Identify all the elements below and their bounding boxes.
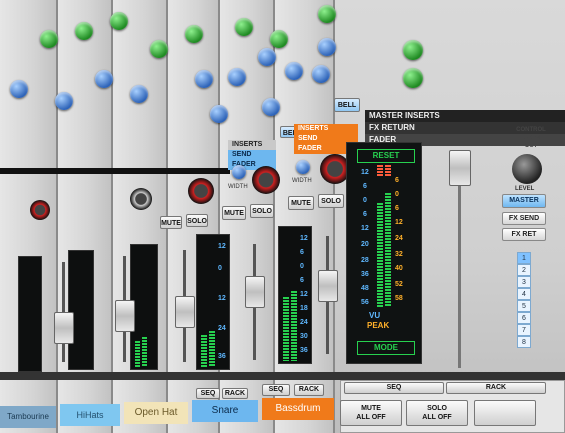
eq-knob[interactable]	[195, 70, 213, 88]
output-6-button[interactable]: 6	[517, 312, 531, 324]
eq-knob[interactable]	[228, 68, 246, 86]
pan-knob[interactable]	[296, 160, 310, 174]
eq-knob[interactable]	[235, 18, 253, 36]
output-2-button[interactable]: 2	[517, 264, 531, 276]
eq-knob[interactable]	[285, 62, 303, 80]
master-inserts-header[interactable]: MASTER INSERTS	[365, 110, 565, 122]
channel-name-tambourine[interactable]: Tambourine	[0, 406, 56, 428]
seq-button[interactable]: SEQ	[344, 382, 444, 394]
seq-button[interactable]: SEQ	[262, 384, 290, 396]
channel-strip-bassdrum	[275, 0, 335, 433]
inserts-label[interactable]: INSERTS	[294, 124, 358, 134]
mute-button[interactable]: MUTE	[288, 196, 314, 210]
eq-knob[interactable]	[75, 22, 93, 40]
channel-level-meter	[68, 250, 94, 370]
meter-mode-button[interactable]: MODE	[357, 341, 415, 355]
master-button[interactable]: MASTER	[502, 194, 546, 208]
eq-knob[interactable]	[262, 98, 280, 116]
eq-knob[interactable]	[185, 25, 203, 43]
control-room-title: CONTROL ROOM OUT	[516, 127, 546, 149]
mute-all-off-button[interactable]: MUTE ALL OFF	[340, 400, 402, 426]
mute-button[interactable]: MUTE	[222, 206, 246, 220]
mute-button[interactable]: MUTE	[160, 216, 182, 229]
fx-ret-button[interactable]: FX RET	[502, 228, 546, 241]
output-1-button[interactable]: 1	[517, 252, 531, 264]
output-8-button[interactable]: 8	[517, 336, 531, 348]
eq-knob[interactable]	[403, 68, 423, 88]
eq-knob[interactable]	[270, 30, 288, 48]
channel-level-meter	[18, 256, 42, 372]
bell-label: BELL	[337, 102, 357, 109]
width-knob[interactable]	[188, 178, 214, 204]
eq-knob[interactable]	[55, 92, 73, 110]
width-label: WIDTH	[292, 178, 312, 184]
level-label: LEVEL	[515, 186, 535, 192]
eq-knob[interactable]	[110, 12, 128, 30]
seq-button[interactable]: SEQ	[196, 388, 220, 399]
output-7-button[interactable]: 7	[517, 324, 531, 336]
rack-button[interactable]: RACK	[222, 388, 248, 399]
eq-knob[interactable]	[318, 38, 336, 56]
eq-knob[interactable]	[210, 105, 228, 123]
fader-handle[interactable]	[175, 296, 195, 328]
peak-label: PEAK	[367, 321, 390, 330]
eq-knob[interactable]	[318, 5, 336, 23]
master-level-meter: RESET 12 6 0 6 12 20 28 36 48 56 6 0 6 1…	[346, 142, 422, 364]
fader-handle[interactable]	[54, 312, 74, 344]
meter-reset-button[interactable]: RESET	[357, 149, 415, 163]
eq-knob[interactable]	[258, 48, 276, 66]
eq-knob[interactable]	[312, 65, 330, 83]
master-fader-handle[interactable]	[449, 150, 471, 186]
width-knob[interactable]	[130, 188, 152, 210]
output-3-button[interactable]: 3	[517, 276, 531, 288]
width-knob[interactable]	[252, 166, 280, 194]
solo-button[interactable]: SOLO	[186, 214, 208, 227]
solo-all-off-button[interactable]: SOLO ALL OFF	[406, 400, 468, 426]
eq-knob[interactable]	[10, 80, 28, 98]
eq-knob[interactable]	[403, 40, 423, 60]
fader-handle[interactable]	[115, 300, 135, 332]
mixer-window: BELL BELL INSERTS SEND FADER INSERTS SEN…	[0, 0, 565, 433]
divider	[0, 168, 230, 174]
eq-knob[interactable]	[95, 70, 113, 88]
eq-knob[interactable]	[150, 40, 168, 58]
eq-knob[interactable]	[40, 30, 58, 48]
channel-name-bassdrum[interactable]: Bassdrum	[262, 398, 334, 420]
eq-knob[interactable]	[130, 85, 148, 103]
channel-level-meter: 12 6 0 6 12 18 24 30 36	[278, 226, 312, 364]
channel-level-meter: 12 0 12 24 36	[196, 234, 230, 370]
inserts-label[interactable]: INSERTS	[228, 140, 276, 150]
channel-name-hihats[interactable]: HiHats	[60, 404, 120, 426]
width-label: WIDTH	[228, 184, 248, 190]
channel-name-snare[interactable]: Snare	[192, 400, 258, 422]
bell-button[interactable]: BELL	[334, 98, 360, 112]
channel-name-open-hat[interactable]: Open Hat	[124, 402, 188, 424]
fader-handle[interactable]	[245, 276, 265, 308]
level-knob[interactable]	[512, 154, 542, 184]
dim-button[interactable]	[474, 400, 536, 426]
output-5-button[interactable]: 5	[517, 300, 531, 312]
solo-button[interactable]: SOLO	[250, 204, 274, 218]
pan-knob[interactable]	[232, 165, 246, 179]
output-4-button[interactable]: 4	[517, 288, 531, 300]
divider	[0, 372, 565, 380]
rack-button[interactable]: RACK	[446, 382, 546, 394]
vu-label: VU	[369, 311, 381, 320]
rack-button[interactable]: RACK	[294, 384, 324, 396]
fader-handle[interactable]	[318, 270, 338, 302]
send-label[interactable]: SEND	[228, 150, 276, 160]
fx-send-button[interactable]: FX SEND	[502, 212, 546, 225]
width-knob[interactable]	[30, 200, 50, 220]
solo-button[interactable]: SOLO	[318, 194, 344, 208]
